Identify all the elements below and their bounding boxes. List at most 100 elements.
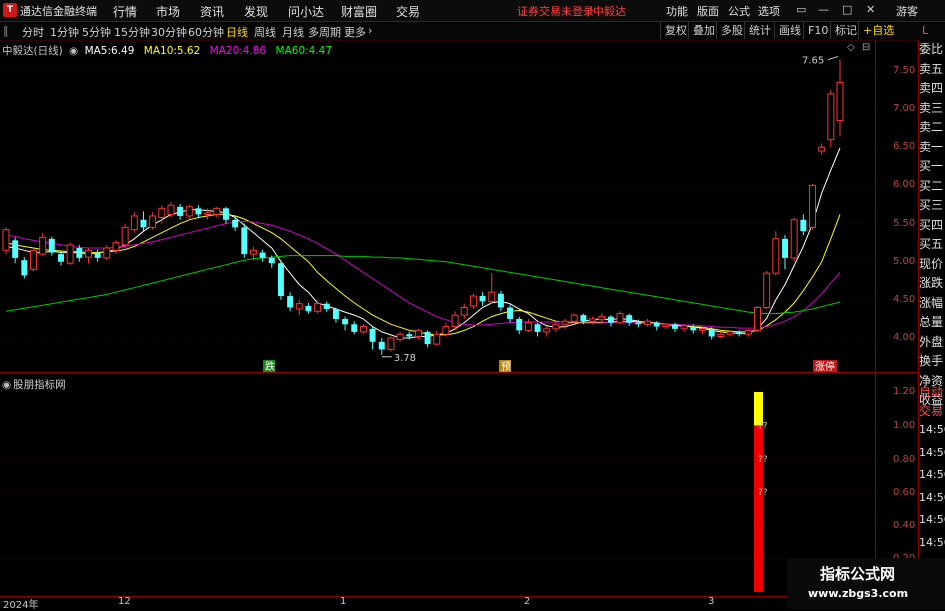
window-maximize-icon[interactable]: □ (842, 3, 852, 16)
candle-down (241, 227, 248, 255)
period-5min[interactable]: 5分钟 (82, 24, 111, 40)
quote-item[interactable]: 涨幅 (919, 294, 945, 313)
quote-item[interactable]: 卖四 (919, 79, 945, 98)
candle-down (672, 324, 679, 329)
candle-down (222, 208, 229, 220)
candle-down (332, 309, 339, 319)
menu-xuanxiang[interactable]: 选项 (758, 3, 780, 19)
trade-time: 14:56 (919, 513, 945, 526)
candle-up (30, 249, 37, 270)
btn-duogu[interactable]: 多股 (716, 22, 747, 39)
period-1min[interactable]: 1分钟 (50, 24, 79, 40)
sub-y-tick: 1.00 (893, 420, 916, 431)
chart-title[interactable]: 中毅达(日线) (2, 45, 63, 57)
diamond-icon[interactable]: ◇ (847, 42, 855, 53)
candle-up (552, 323, 560, 330)
chevron-right-icon[interactable]: › (368, 24, 372, 37)
x-tick: 3 (708, 596, 715, 607)
quote-item[interactable]: 卖三 (919, 99, 945, 118)
candle-up (469, 295, 477, 307)
quote-item[interactable]: 买四 (919, 216, 945, 235)
signal-marker: 预 (501, 361, 511, 372)
ma10-label: MA10: (143, 45, 177, 57)
indicator-title[interactable]: 股朋指标网 (13, 379, 66, 391)
quote-item[interactable]: 卖二 (919, 118, 945, 137)
pane-divider[interactable] (0, 372, 918, 373)
app-title: 通达信金融终端 (20, 5, 97, 18)
period-fenshi[interactable]: 分时 (22, 24, 44, 40)
x-tick: 1 (340, 596, 347, 607)
menu-shichang[interactable]: 市场 (156, 3, 180, 20)
btn-add-watchlist[interactable]: +自选 (858, 22, 898, 39)
candle-down (195, 208, 202, 215)
window-close-icon[interactable]: ✕ (866, 3, 875, 16)
indicator-settings-icon[interactable]: ◉ (2, 379, 11, 391)
period-30min[interactable]: 30分钟 (151, 24, 187, 40)
quote-item[interactable]: 卖五 (919, 60, 945, 79)
quote-item[interactable]: 卖一 (919, 138, 945, 157)
legend-settings-icon[interactable]: ◉ (69, 45, 78, 57)
user-guest[interactable]: 游客 (896, 3, 918, 19)
candle-up (818, 146, 826, 152)
quote-item[interactable]: 买五 (919, 235, 945, 254)
window-restore-icon[interactable]: ▭ (796, 3, 806, 16)
menu-gongshi[interactable]: 公式 (728, 3, 750, 19)
period-more[interactable]: 更多 (344, 24, 366, 40)
quote-item[interactable]: 现价 (919, 255, 945, 274)
kline-chart[interactable]: 7.65 3.78 跌 预 涨停 (0, 40, 875, 372)
btn-f10[interactable]: F10 (803, 22, 832, 39)
candle-down (351, 324, 358, 332)
high-arrow (827, 56, 839, 61)
signal-marker: 跌 (265, 360, 275, 372)
menu-wenxiaoda[interactable]: 问小达 (288, 3, 324, 20)
btn-tongji[interactable]: 统计 (744, 22, 775, 39)
x-tick: 12 (118, 596, 131, 607)
minus-box-icon[interactable]: ⊟ (862, 42, 870, 53)
period-60min[interactable]: 60分钟 (188, 24, 224, 40)
menu-jiaoyi[interactable]: 交易 (396, 3, 420, 20)
btn-biaoji[interactable]: 标记 (830, 22, 861, 39)
side-letter[interactable]: L (918, 22, 932, 39)
menu-faxian[interactable]: 发现 (244, 3, 268, 20)
quote-item[interactable]: 委比 (919, 40, 945, 59)
quote-item[interactable]: 外盘 (919, 333, 945, 352)
candle-down (479, 296, 486, 302)
ma10-value: 5.62 (176, 45, 201, 57)
ma20-label: MA20: (209, 45, 243, 57)
indicator-chart[interactable]: ?????? (0, 374, 875, 596)
period-15min[interactable]: 15分钟 (114, 24, 150, 40)
window-minimize-icon[interactable]: — (818, 3, 829, 16)
menu-hangqing[interactable]: 行情 (113, 3, 137, 20)
quote-item[interactable]: 买二 (919, 177, 945, 196)
btn-fuquan[interactable]: 复权 (660, 22, 691, 39)
candle-down (76, 247, 83, 258)
quote-item[interactable]: 买三 (919, 196, 945, 215)
menu-zixun[interactable]: 资讯 (200, 3, 224, 20)
axis-divider (875, 40, 876, 596)
btn-huaxian[interactable]: 画线 (774, 22, 805, 39)
menu-caifuquan[interactable]: 财富圈 (341, 3, 377, 20)
quote-item[interactable]: 总量 (919, 313, 945, 332)
quote-item[interactable]: 涨跌 (919, 274, 945, 293)
trade-login-notice[interactable]: 证券交易未登录 (517, 3, 594, 19)
candle-down (268, 257, 275, 264)
menu-banmian[interactable]: 版面 (697, 3, 719, 19)
period-weekly[interactable]: 周线 (254, 24, 276, 40)
period-daily[interactable]: 日线 (226, 24, 248, 40)
candle-up (699, 328, 707, 331)
menu-gongneng[interactable]: 功能 (666, 3, 688, 19)
candle-up (213, 207, 221, 215)
trade-item[interactable]: 自动 (919, 383, 945, 402)
toolbar-grip-icon: ‖ (3, 24, 9, 37)
candle-up (396, 333, 404, 341)
period-monthly[interactable]: 月线 (282, 24, 304, 40)
high-label: 7.65 (802, 56, 824, 67)
trade-item[interactable]: 交易 (919, 402, 945, 421)
candle-down (736, 331, 743, 335)
period-multi[interactable]: 多周期 (308, 24, 341, 40)
x-tick: 2 (524, 596, 531, 607)
quote-item[interactable]: 买一 (919, 157, 945, 176)
candle-up (295, 303, 303, 310)
btn-diejia[interactable]: 叠加 (688, 22, 719, 39)
quote-item[interactable]: 换手 (919, 352, 945, 371)
